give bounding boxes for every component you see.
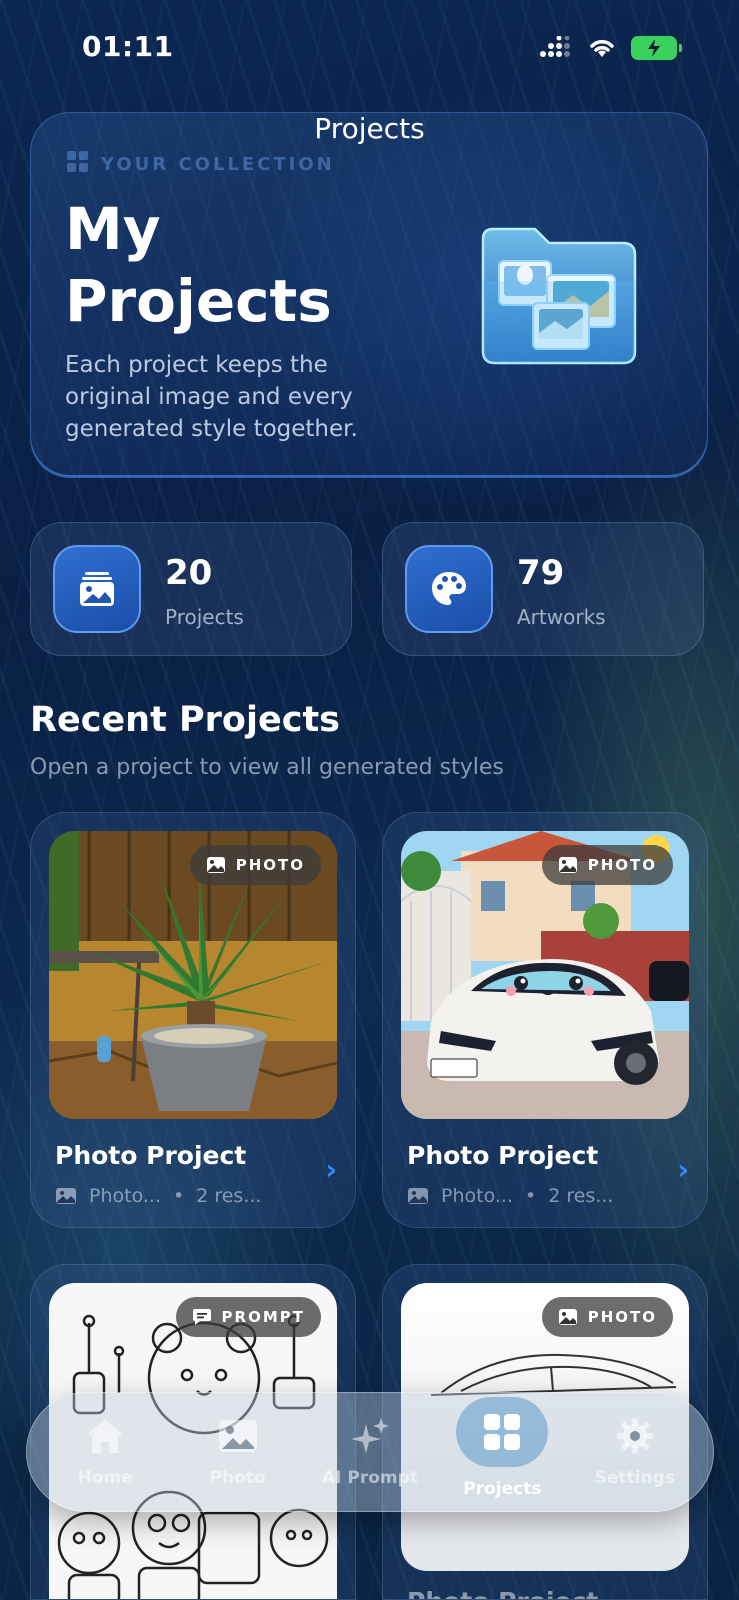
meta-dot: •	[172, 1185, 185, 1207]
palette-icon	[405, 545, 493, 633]
project-title: Photo Project	[407, 1587, 598, 1599]
hero-description: Each project keeps the original image an…	[65, 352, 358, 442]
palm-plant-photo: PHOTO	[49, 831, 337, 1119]
my-projects-hero-card: YOUR COLLECTION My Projects Each project…	[30, 112, 708, 478]
gallery-icon	[53, 545, 141, 633]
hero-title: My Projects	[65, 195, 332, 335]
project-results: 2 res...	[196, 1185, 262, 1207]
status-time: 01:11	[82, 30, 174, 63]
grid-icon	[67, 151, 89, 178]
chat-bubble-icon	[192, 1309, 211, 1325]
project-title: Photo Project	[55, 1141, 247, 1170]
artworks-label: Artworks	[517, 605, 606, 629]
image-icon	[218, 1416, 258, 1456]
badge-label: PHOTO	[235, 856, 305, 874]
tab-photo[interactable]: Photo	[176, 1402, 300, 1502]
projects-label: Projects	[165, 605, 244, 629]
status-icons	[539, 36, 682, 60]
photo-folder-icon	[473, 221, 643, 371]
wifi-icon	[590, 40, 614, 57]
image-icon	[558, 857, 577, 873]
artworks-count: 79	[517, 553, 565, 593]
prompt-badge: PROMPT	[175, 1297, 321, 1337]
project-card[interactable]: PHOTO Photo Project Photo... • 2 res... …	[382, 812, 708, 1228]
projects-count: 20	[165, 553, 213, 593]
badge-label: PROMPT	[221, 1308, 305, 1326]
chevron-right-icon: ›	[677, 1153, 689, 1186]
photo-badge: PHOTO	[541, 1297, 673, 1337]
tab-home[interactable]: Home	[43, 1402, 167, 1502]
image-icon	[558, 1309, 577, 1325]
meta-dot: •	[524, 1185, 537, 1207]
artworks-stat-card[interactable]: 79 Artworks	[382, 522, 704, 656]
grid-icon	[456, 1397, 549, 1467]
project-card[interactable]: PHOTO Photo Project Photo... • 2 res... …	[30, 812, 356, 1228]
home-icon	[85, 1416, 125, 1456]
gear-icon	[615, 1416, 655, 1456]
image-icon	[56, 1188, 76, 1204]
sparkles-icon	[350, 1416, 390, 1456]
image-icon	[408, 1188, 428, 1204]
tab-label: Projects	[463, 1479, 542, 1499]
chevron-right-icon: ›	[325, 1153, 337, 1186]
project-meta: Photo... • 2 res...	[407, 1185, 613, 1207]
tab-bar: Home Photo AI Prompt Projects Settings	[26, 1392, 714, 1512]
projects-stat-card[interactable]: 20 Projects	[30, 522, 352, 656]
project-type: Photo...	[441, 1185, 513, 1207]
page-title: Projects	[314, 112, 425, 145]
photo-badge: PHOTO	[541, 845, 673, 885]
recent-projects-title: Recent Projects	[30, 700, 341, 740]
project-title: Photo Project	[407, 1141, 599, 1170]
tab-projects[interactable]: Projects	[440, 1397, 564, 1502]
photo-badge: PHOTO	[189, 845, 321, 885]
badge-label: PHOTO	[587, 1308, 657, 1326]
cartoon-car-photo: PHOTO	[401, 831, 689, 1119]
hero-eyebrow-text: YOUR COLLECTION	[101, 154, 335, 175]
tab-ai-prompt[interactable]: AI Prompt	[308, 1402, 432, 1502]
hero-eyebrow: YOUR COLLECTION	[67, 151, 335, 178]
recent-projects-subtitle: Open a project to view all generated sty…	[30, 755, 504, 780]
battery-icon	[631, 36, 682, 60]
tab-label: Settings	[594, 1468, 675, 1488]
project-meta: Photo... • 2 res...	[55, 1185, 261, 1207]
project-results: 2 res...	[548, 1185, 614, 1207]
tab-settings[interactable]: Settings	[573, 1402, 697, 1502]
badge-label: PHOTO	[587, 856, 657, 874]
project-type: Photo...	[89, 1185, 161, 1207]
image-icon	[206, 857, 225, 873]
tab-label: Photo	[209, 1468, 266, 1488]
tab-label: AI Prompt	[322, 1468, 418, 1488]
tab-label: Home	[77, 1468, 133, 1488]
signal-icon	[540, 36, 570, 57]
